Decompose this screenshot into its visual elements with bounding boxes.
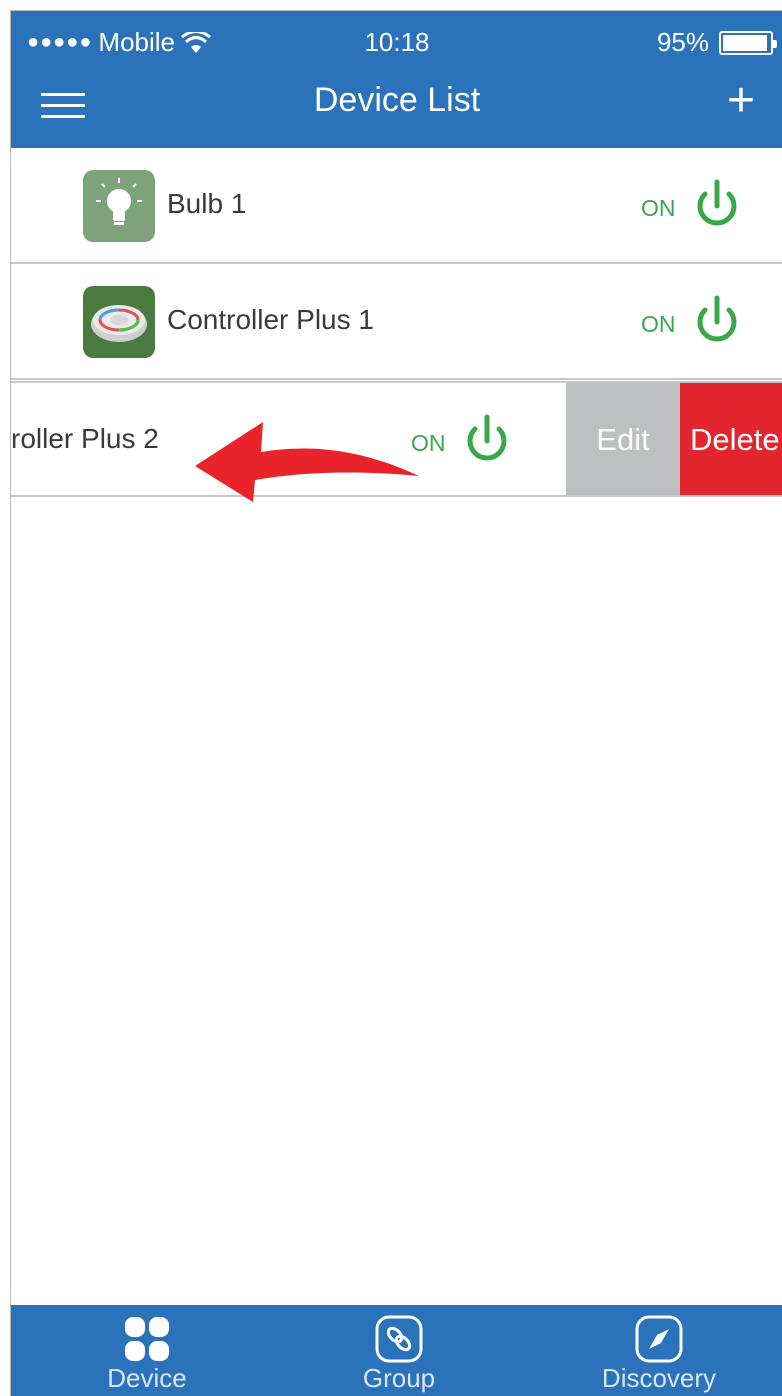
link-icon [375,1315,423,1363]
header: ●●●●● Mobile 10:18 95% Device List + [11,11,782,148]
device-state: ON [641,195,676,221]
power-icon[interactable] [691,176,743,236]
swipe-left-arrow-icon [195,422,419,502]
app-screen: ●●●●● Mobile 10:18 95% Device List + Bul… [10,10,782,1396]
grid-icon [125,1317,169,1361]
tab-bar: Device Group Discovery [11,1305,782,1396]
tab-label: Device [107,1363,187,1393]
delete-button[interactable]: Delete [680,383,782,495]
battery-icon [719,30,777,55]
device-name: Bulb 1 [167,188,247,219]
battery-percent: 95% [656,27,709,57]
bulb-icon [83,170,155,242]
page-title: Device List [313,81,481,119]
add-device-button[interactable]: + [719,77,763,125]
device-row[interactable]: Bulb 1 ON [11,148,782,264]
status-bar: ●●●●● Mobile 10:18 95% [11,11,782,71]
controller-icon [83,286,155,358]
device-name: Controller Plus 1 [167,304,374,335]
tab-device[interactable]: Device [47,1305,247,1396]
power-icon[interactable] [691,292,743,352]
battery: 95% [656,27,777,58]
compass-icon [635,1315,683,1363]
device-row[interactable]: Controller Plus 1 ON [11,264,782,380]
tab-label: Discovery [601,1363,717,1393]
edit-button[interactable]: Edit [566,383,680,495]
tab-discovery[interactable]: Discovery [559,1305,759,1396]
tab-label: Group [362,1363,436,1393]
tab-group[interactable]: Group [299,1305,499,1396]
navbar: Device List + [11,71,782,148]
device-name: roller Plus 2 [11,423,159,454]
power-icon[interactable] [461,411,513,471]
device-state: ON [641,311,676,337]
